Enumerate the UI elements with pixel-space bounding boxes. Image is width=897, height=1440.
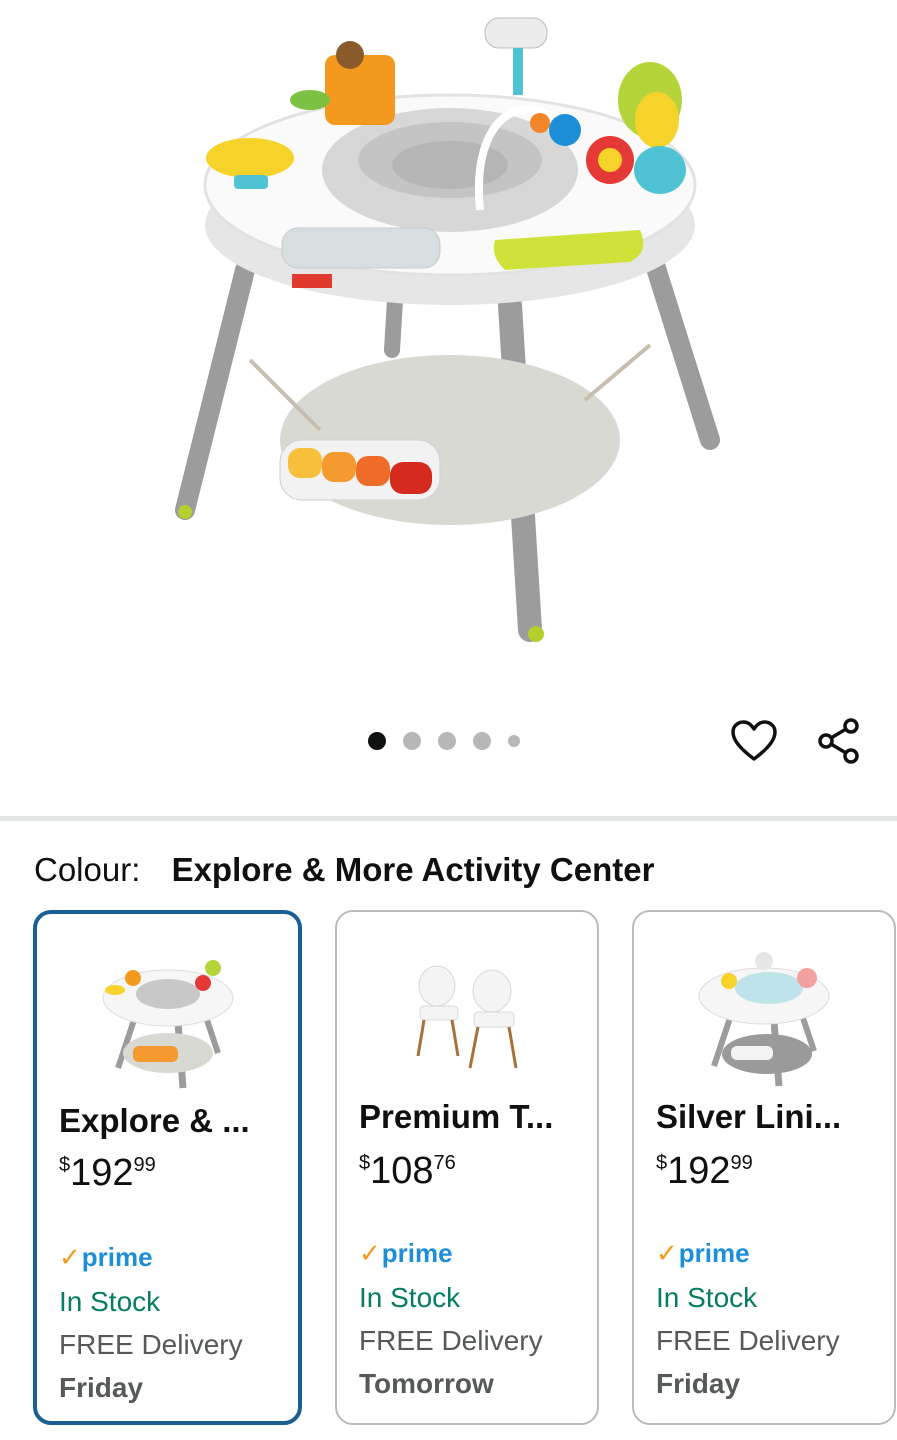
colour-row: Colour: Explore & More Activity Center [34,850,654,890]
delivery-text: FREE Delivery [656,1325,840,1356]
price-fraction: 99 [133,1154,156,1176]
variant-card-explore[interactable]: Explore & ... $19299 ✓prime In Stock FRE… [33,910,302,1425]
price-currency: $ [656,1152,668,1174]
prime-check-icon: ✓ [359,1238,381,1268]
carousel-dot[interactable] [368,732,386,750]
section-divider [0,816,897,821]
variant-name: Silver Lini... [656,1098,842,1135]
carousel-dot[interactable] [403,732,421,750]
share-icon [818,718,859,764]
prime-badge: ✓prime [59,1242,153,1273]
prime-label: prime [81,1242,153,1272]
price-whole: 192 [667,1150,731,1192]
variant-name: Premium T... [359,1098,554,1135]
image-carousel-dots[interactable] [368,730,520,752]
prime-label: prime [381,1238,453,1268]
variant-thumbnail [416,965,518,1069]
price-whole: 108 [370,1150,434,1192]
variant-price: $19299 [656,1150,753,1193]
stock-status: In Stock [359,1282,461,1313]
price-whole: 192 [70,1152,134,1194]
prime-check-icon: ✓ [59,1242,81,1272]
product-image[interactable] [0,0,897,690]
variant-price: $19299 [59,1152,156,1195]
delivery-day: Friday [59,1372,144,1403]
colour-value: Explore & More Activity Center [171,851,655,888]
carousel-dot[interactable] [508,735,520,747]
variant-card-premium[interactable]: Premium T... $10876 ✓prime In Stock FREE… [335,910,599,1425]
variant-price: $10876 [359,1150,456,1193]
stock-status: In Stock [59,1286,161,1317]
delivery-text: FREE Delivery [59,1329,243,1360]
price-fraction: 76 [433,1152,456,1174]
price-currency: $ [59,1154,71,1176]
prime-label: prime [678,1238,750,1268]
activity-center-illustration [175,17,720,642]
prime-badge: ✓prime [656,1238,750,1269]
colour-label: Colour: [34,851,141,888]
prime-badge: ✓prime [359,1238,453,1269]
price-fraction: 99 [730,1152,753,1174]
stock-status: In Stock [656,1282,758,1313]
prime-check-icon: ✓ [656,1238,678,1268]
price-currency: $ [359,1152,371,1174]
heart-icon [731,720,777,761]
variant-thumbnail [698,952,830,1087]
carousel-dot[interactable] [438,732,456,750]
variant-name: Explore & ... [59,1102,250,1139]
variant-thumbnail [102,960,233,1089]
wishlist-button[interactable] [727,714,781,768]
delivery-text: FREE Delivery [359,1325,543,1356]
carousel-dot[interactable] [473,732,491,750]
delivery-day: Tomorrow [359,1368,494,1399]
variant-card-silver[interactable]: Silver Lini... $19299 ✓prime In Stock FR… [632,910,896,1425]
share-button[interactable] [812,714,866,768]
delivery-day: Friday [656,1368,741,1399]
